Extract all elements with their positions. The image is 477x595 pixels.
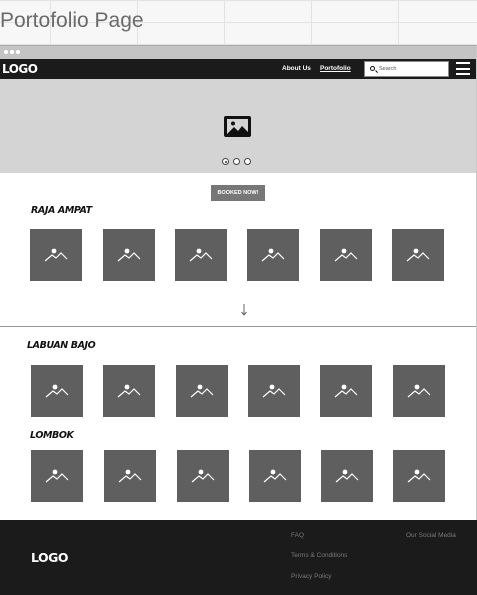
footer-social-media[interactable]: Our Social Media — [406, 532, 456, 539]
gallery-thumbnail[interactable] — [103, 229, 155, 281]
arrow-down-icon[interactable] — [239, 303, 249, 317]
section-label-raja-ampat: RAJA AMPAT — [31, 205, 92, 216]
image-icon — [335, 469, 359, 483]
image-icon — [334, 384, 358, 398]
window-dot — [10, 50, 14, 54]
gallery-thumbnail[interactable] — [31, 365, 83, 417]
image-icon — [261, 248, 285, 262]
section-label-labuan-bajo: LABUAN BAJO — [27, 340, 96, 351]
footer-link-privacy[interactable]: Privacy Policy — [291, 573, 331, 580]
gallery-thumbnail[interactable] — [249, 450, 301, 502]
gallery-thumbnail[interactable] — [393, 365, 445, 417]
image-icon — [117, 384, 141, 398]
gallery-thumbnail[interactable] — [321, 450, 373, 502]
carousel-dot-2[interactable] — [233, 158, 240, 165]
gallery-thumbnail[interactable] — [392, 229, 444, 281]
nav-link-about-us[interactable]: About Us — [282, 65, 311, 72]
gallery-thumbnail[interactable] — [30, 229, 82, 281]
image-icon — [263, 469, 287, 483]
footer-logo[interactable]: LOGO — [31, 550, 69, 565]
image-icon — [190, 384, 214, 398]
gallery-thumbnail[interactable] — [177, 450, 229, 502]
window-dot — [4, 50, 8, 54]
search-placeholder: Search — [379, 66, 397, 72]
image-icon — [406, 248, 430, 262]
gallery-thumbnail[interactable] — [104, 450, 156, 502]
gallery-thumbnail[interactable] — [320, 365, 372, 417]
carousel-dot-3[interactable] — [244, 158, 251, 165]
image-icon — [191, 469, 215, 483]
booked-now-button[interactable]: BOOKED NOW! — [211, 185, 265, 201]
canvas-title-bar: Portofolio Page — [0, 0, 477, 45]
nav-logo[interactable]: LOGO — [2, 62, 38, 76]
image-icon — [189, 248, 213, 262]
nav-link-portofolio[interactable]: Portofolio — [320, 65, 351, 72]
search-icon — [370, 66, 375, 71]
gallery-thumbnail[interactable] — [175, 229, 227, 281]
image-icon — [44, 248, 68, 262]
page-title: Portofolio Page — [0, 9, 144, 32]
image-icon — [117, 248, 141, 262]
search-input[interactable]: Search — [364, 61, 449, 77]
gallery-thumbnail[interactable] — [31, 450, 83, 502]
gallery-thumbnail[interactable] — [247, 229, 299, 281]
image-icon — [334, 248, 358, 262]
section-divider — [0, 326, 477, 327]
gallery-thumbnail[interactable] — [176, 365, 228, 417]
carousel-dot-1[interactable] — [222, 158, 229, 165]
image-icon — [45, 469, 69, 483]
footer-link-terms[interactable]: Terms & Conditions — [291, 552, 347, 559]
image-placeholder-icon — [224, 116, 251, 137]
image-icon — [262, 384, 286, 398]
gallery-thumbnail[interactable] — [248, 365, 300, 417]
gallery-thumbnail[interactable] — [320, 229, 372, 281]
image-icon — [407, 469, 431, 483]
gallery-thumbnail[interactable] — [103, 365, 155, 417]
image-icon — [118, 469, 142, 483]
browser-chrome — [0, 45, 477, 59]
section-label-lombok: LOMBOK — [30, 430, 74, 441]
menu-icon[interactable] — [456, 62, 470, 75]
footer-link-faq[interactable]: FAQ — [291, 532, 304, 539]
gallery-thumbnail[interactable] — [393, 450, 445, 502]
window-dot — [16, 50, 20, 54]
image-icon — [407, 384, 431, 398]
image-icon — [45, 384, 69, 398]
